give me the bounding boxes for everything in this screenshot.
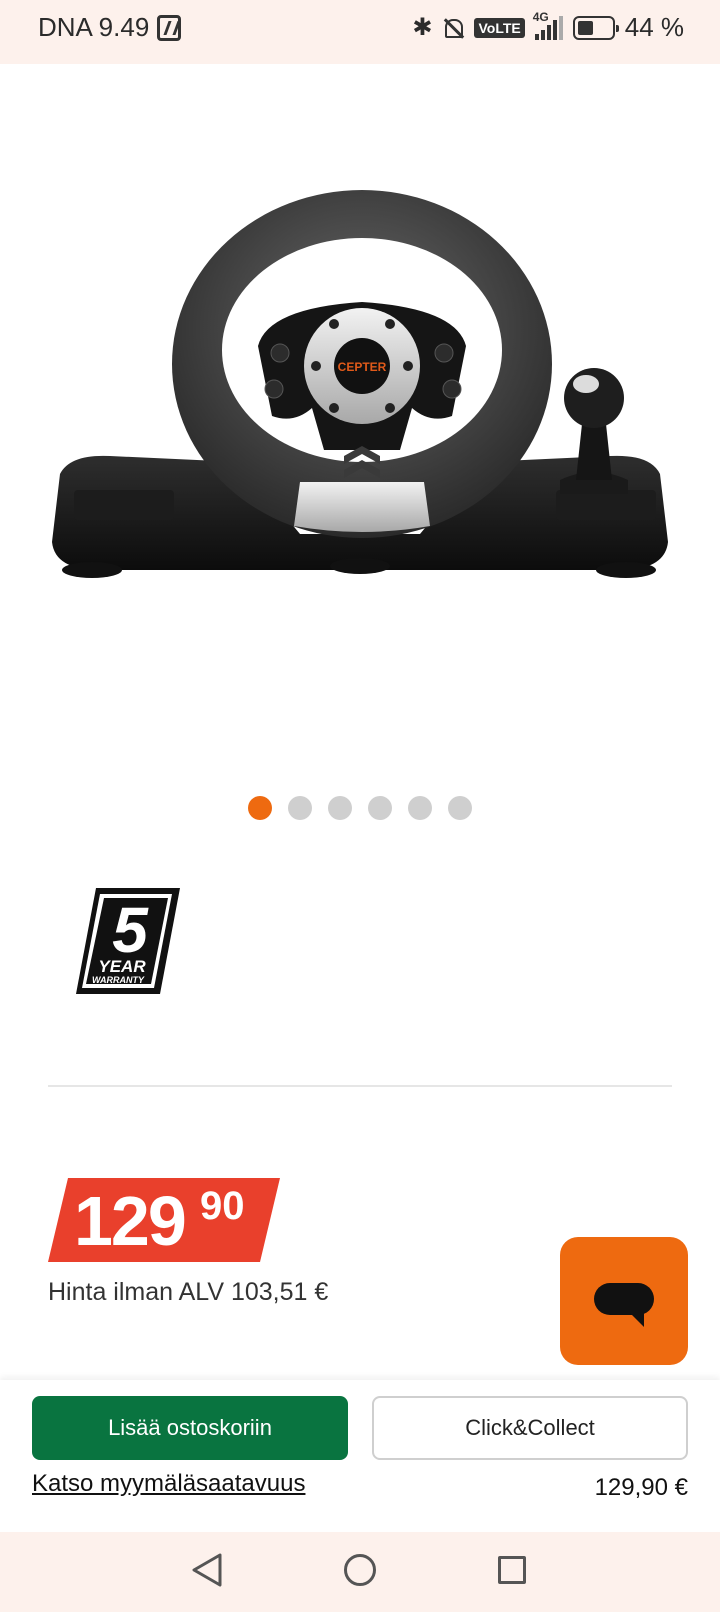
carousel-dot-1[interactable] (248, 796, 272, 820)
carousel-dot-5[interactable] (408, 796, 432, 820)
network-type: 4G (532, 9, 549, 24)
recents-icon[interactable] (498, 1556, 526, 1584)
muted-bell-icon (442, 17, 464, 39)
add-to-cart-button[interactable]: Lisää ostoskoriin (32, 1396, 348, 1460)
carrier-time: DNA 9.49 (38, 12, 150, 42)
store-availability-link[interactable]: Katso myymäläsaatavuus (32, 1470, 305, 1498)
status-bar: DNA 9.49 ✱ VoLTE 4G 44 % (0, 0, 720, 64)
battery-percent: 44 % (624, 12, 684, 42)
product-image[interactable]: CEPTER (0, 64, 720, 764)
chat-button[interactable] (560, 1237, 688, 1365)
carousel-dot-2[interactable] (288, 796, 312, 820)
bottom-total-price: 129,90 € (594, 1474, 688, 1501)
price-tag: 129 90 (48, 1178, 280, 1262)
price-without-vat: Hinta ilman ALV 103,51 € (48, 1278, 329, 1306)
price-cents: 90 (200, 1184, 245, 1228)
section-divider (48, 1085, 672, 1087)
warranty-label: WARRANTY (92, 975, 145, 985)
chat-bubble-icon (594, 1283, 654, 1327)
wheel-brand-text: CEPTER (338, 360, 387, 374)
status-right: ✱ VoLTE 4G 44 % (412, 10, 684, 43)
warranty-badge: 5 YEAR WARRANTY (74, 886, 182, 996)
warranty-year: YEAR (98, 957, 146, 976)
nfc-icon (157, 14, 182, 41)
bluetooth-icon: ✱ (412, 14, 433, 41)
battery-icon (572, 15, 619, 40)
volte-badge: VoLTE (474, 17, 525, 38)
system-nav-bar (0, 1532, 720, 1612)
status-left: DNA 9.49 (38, 12, 182, 43)
price-main: 129 (74, 1182, 187, 1260)
racing-wheel-image: CEPTER (52, 190, 668, 578)
carousel-dot-4[interactable] (368, 796, 392, 820)
bottom-action-bar: Lisää ostoskoriin Click&Collect Katso my… (0, 1380, 720, 1532)
home-icon[interactable] (344, 1554, 376, 1586)
carousel-dots (0, 796, 720, 820)
back-icon[interactable] (190, 1552, 224, 1588)
carousel-dot-6[interactable] (448, 796, 472, 820)
warranty-number: 5 (112, 894, 149, 966)
signal-icon: 4G (533, 10, 563, 40)
carousel-dot-3[interactable] (328, 796, 352, 820)
click-collect-button[interactable]: Click&Collect (372, 1396, 688, 1460)
